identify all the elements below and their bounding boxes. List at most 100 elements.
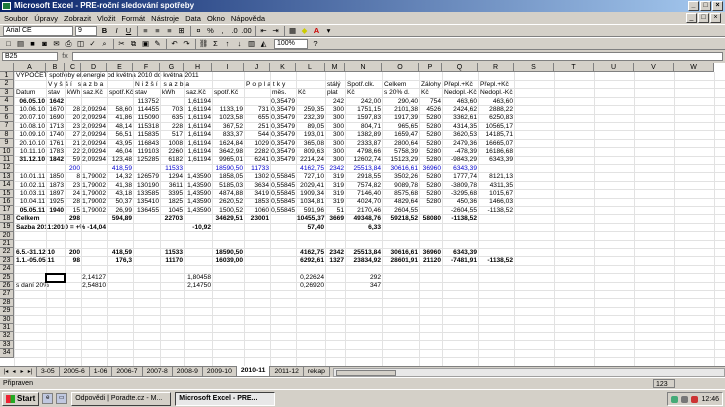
align-right-icon[interactable]: ≡	[164, 26, 175, 36]
font-name-select[interactable]: Arial CE	[3, 25, 73, 36]
taskbar-item-excel[interactable]: Microsoft Excel - PRE...	[175, 391, 276, 406]
column-header-e[interactable]: E	[107, 63, 133, 72]
column-header-d[interactable]: D	[81, 63, 107, 72]
row-header[interactable]: 12	[0, 164, 14, 173]
row-header[interactable]: 10	[0, 147, 14, 156]
taskbar-item-browser[interactable]: Odpovědi | Poradte.cz - M...	[71, 391, 172, 406]
next-sheet-icon[interactable]: ▸	[18, 368, 26, 377]
column-header-m[interactable]: M	[325, 63, 345, 72]
sheet-tab-2010-11[interactable]: 2010-11	[235, 366, 271, 377]
bold-icon[interactable]: B	[99, 26, 110, 36]
row-header[interactable]: 13	[0, 172, 14, 182]
row-header[interactable]: 33	[0, 340, 14, 350]
permission-icon[interactable]: ◙	[39, 39, 50, 49]
open-folder-icon[interactable]: ▤	[15, 39, 26, 49]
align-center-icon[interactable]: ≡	[152, 26, 163, 36]
column-header-o[interactable]: O	[382, 63, 419, 72]
row-header[interactable]: 15	[0, 189, 14, 198]
borders-icon[interactable]: ▦	[287, 26, 298, 36]
title-bar[interactable]: Microsoft Excel - PRE-roční sledování sp…	[0, 0, 725, 12]
format-painter-icon[interactable]: ✎	[152, 39, 163, 49]
menu-upravy[interactable]: Úpravy	[34, 14, 58, 23]
column-header-n[interactable]: N	[345, 63, 382, 72]
last-sheet-icon[interactable]: ▸|	[26, 368, 34, 377]
menu-nastroje[interactable]: Nástroje	[151, 14, 179, 23]
row-header[interactable]: 31	[0, 324, 14, 333]
sheet-tab-2009-10[interactable]: 2009-10	[201, 367, 237, 377]
menu-okno[interactable]: Okno	[207, 14, 225, 23]
sheet-tab-2007-8[interactable]: 2007-8	[141, 367, 173, 377]
save-icon[interactable]: ■	[27, 39, 38, 49]
row-header[interactable]: 9	[0, 139, 14, 148]
tray-security-icon[interactable]	[691, 395, 699, 403]
sort-ascending-icon[interactable]: ↑	[222, 39, 233, 49]
row-header[interactable]: 22	[0, 248, 14, 257]
column-header-h[interactable]: H	[184, 63, 212, 72]
autosum-icon[interactable]: Σ	[210, 39, 221, 49]
start-button[interactable]: Start	[2, 391, 40, 406]
doc-close-button[interactable]: ×	[710, 13, 721, 23]
row-header[interactable]: 24	[0, 265, 14, 274]
italic-icon[interactable]: I	[111, 26, 122, 36]
column-header-q[interactable]: Q	[442, 63, 478, 72]
menu-soubor[interactable]: Soubor	[4, 14, 28, 23]
row-header[interactable]: 21	[0, 240, 14, 249]
row-header[interactable]: 14	[0, 181, 14, 190]
tray-volume-icon[interactable]	[681, 395, 689, 403]
menu-vlozit[interactable]: Vložit	[97, 14, 115, 23]
column-header-f[interactable]: F	[133, 63, 160, 72]
row-header[interactable]: 29	[0, 307, 14, 316]
first-sheet-icon[interactable]: |◂	[2, 368, 10, 377]
hyperlink-icon[interactable]: ⛓	[198, 39, 209, 49]
redo-icon[interactable]: ↷	[181, 39, 192, 49]
row-header[interactable]: 11	[0, 156, 14, 165]
column-header-t[interactable]: T	[554, 63, 594, 72]
print-icon[interactable]: ⎙	[63, 39, 74, 49]
row-header[interactable]: 30	[0, 315, 14, 324]
row-header[interactable]: 5	[0, 105, 14, 114]
ie-quicklaunch-icon[interactable]: e	[42, 393, 54, 404]
desktop-quicklaunch-icon[interactable]: ▭	[56, 393, 68, 404]
undo-icon[interactable]: ↶	[169, 39, 180, 49]
column-header-w[interactable]: W	[674, 63, 714, 72]
formula-input[interactable]	[72, 52, 723, 61]
font-size-select[interactable]: 9	[75, 25, 97, 36]
worksheet[interactable]: A B C D E F G H I J K L M N O P Q R S T U V W 1 VÝPOČET spotřeby…	[0, 63, 725, 366]
cut-icon[interactable]: ✂	[116, 39, 127, 49]
paste-icon[interactable]: ▣	[140, 39, 151, 49]
menu-format[interactable]: Formát	[121, 14, 145, 23]
toolbar-options-icon[interactable]: ▾	[323, 26, 334, 36]
currency-icon[interactable]: ¤	[193, 26, 204, 36]
font-color-icon[interactable]: A	[311, 26, 322, 36]
scroll-thumb[interactable]	[335, 370, 396, 376]
sheet-tab-3-05[interactable]: 3-05	[36, 367, 60, 377]
percent-icon[interactable]: %	[205, 26, 216, 36]
merge-center-icon[interactable]: ⊞	[176, 26, 187, 36]
sheet-tab-2006-7[interactable]: 2006-7	[111, 367, 143, 377]
row-header[interactable]: 3	[0, 88, 14, 98]
spelling-icon[interactable]: ✓	[87, 39, 98, 49]
align-left-icon[interactable]: ≡	[140, 26, 151, 36]
column-header-b[interactable]: B	[46, 63, 65, 72]
tray-network-icon[interactable]	[671, 395, 679, 403]
column-header-l[interactable]: L	[296, 63, 325, 72]
function-icon[interactable]: fx	[58, 53, 72, 60]
column-header-r[interactable]: R	[478, 63, 514, 72]
row-header[interactable]: 1	[0, 72, 14, 81]
maximize-button[interactable]: □	[700, 1, 711, 11]
column-header-k[interactable]: K	[270, 63, 296, 72]
decrease-indent-icon[interactable]: ⇤	[258, 26, 269, 36]
horizontal-scrollbar[interactable]	[332, 368, 725, 377]
zoom-select[interactable]: 100%	[274, 38, 308, 49]
research-icon[interactable]: ⌕	[99, 39, 110, 49]
excel-app-icon[interactable]	[2, 2, 11, 10]
select-all-corner[interactable]	[0, 63, 14, 72]
increase-indent-icon[interactable]: ⇥	[270, 26, 281, 36]
column-header-p[interactable]: P	[419, 63, 442, 72]
sheet-tab-rekap[interactable]: rekap	[302, 367, 330, 377]
row-header[interactable]: 7	[0, 122, 14, 131]
email-icon[interactable]: ✉	[51, 39, 62, 49]
row-header[interactable]: 4	[0, 97, 14, 106]
row-header[interactable]: 23	[0, 256, 14, 266]
row-header[interactable]: 26	[0, 282, 14, 291]
